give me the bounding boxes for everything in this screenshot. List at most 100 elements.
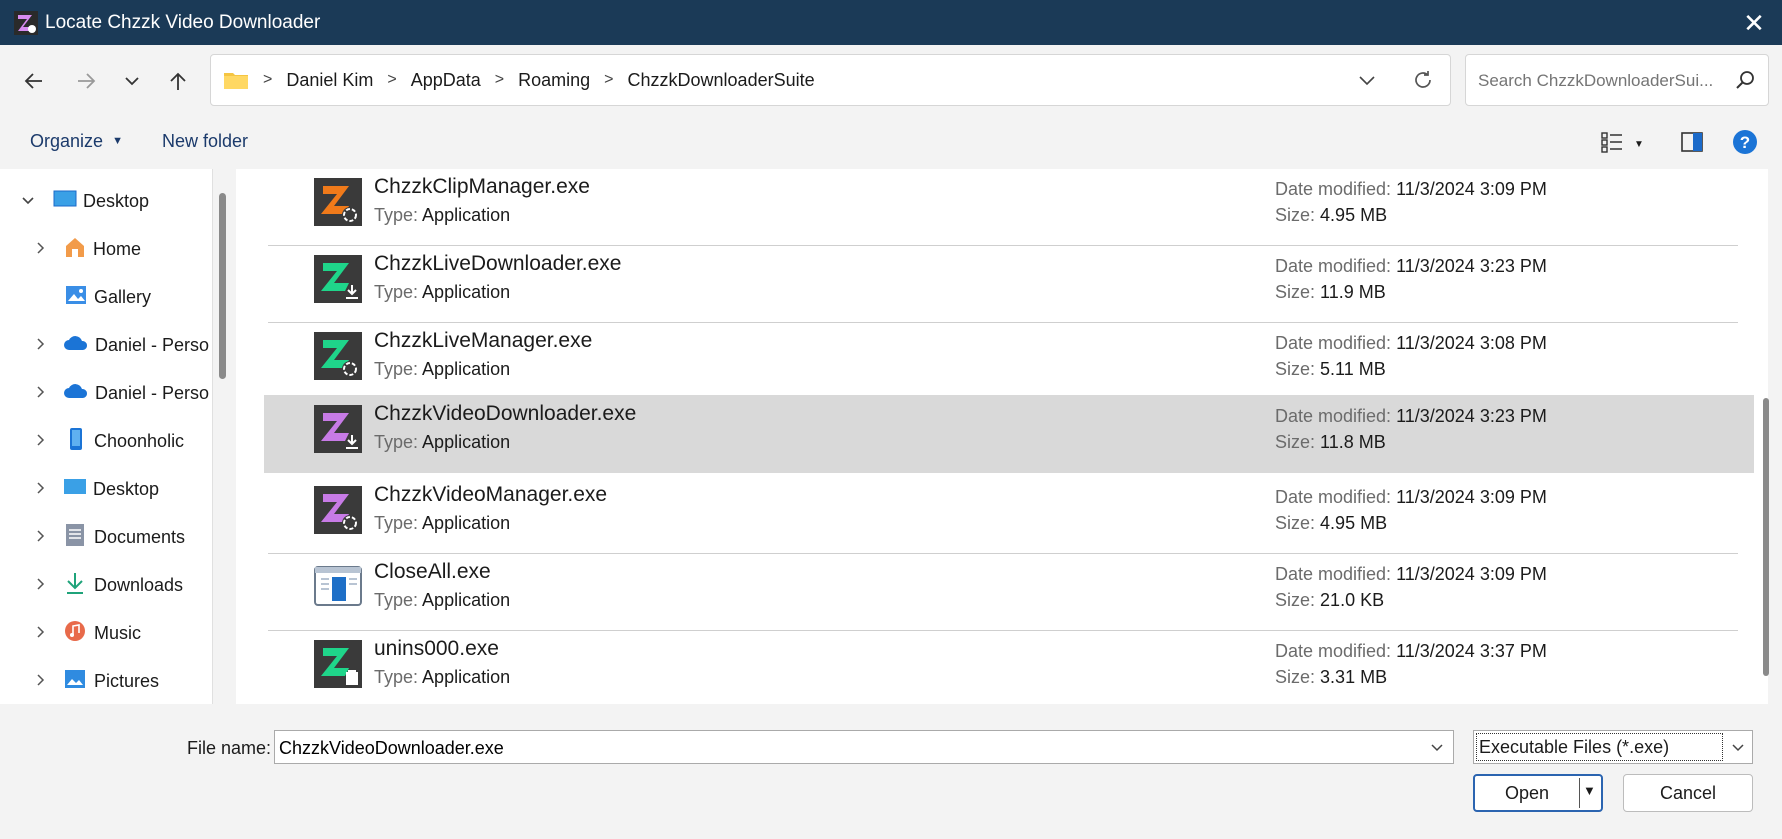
size-label: Size: [1275,205,1316,225]
size-label: Size: [1275,667,1316,687]
home-icon [63,236,87,263]
sidebar-item-choonholic[interactable]: Choonholic [0,419,212,463]
view-options-button[interactable]: ▼ [1600,130,1644,159]
sidebar-item-gallery[interactable]: Gallery [0,275,212,319]
sidebar-item-documents[interactable]: Documents [0,515,212,559]
type-label: Type: [374,205,419,225]
file-name: ChzzkLiveDownloader.exe [374,252,622,275]
breadcrumb-separator-icon: > [263,71,273,88]
file-row[interactable]: ChzzkClipManager.exe Type: Application D… [264,169,1738,246]
sidebar-item-label: Pictures [94,670,160,691]
chevron-right-icon[interactable] [31,529,49,546]
file-list: ChzzkClipManager.exe Type: Application D… [236,169,1768,704]
refresh-icon[interactable] [1411,68,1435,97]
sidebar-item-onedrive-personal[interactable]: Daniel - Persor [0,323,212,367]
file-type: Application [422,667,511,687]
chevron-right-icon[interactable] [31,577,49,594]
cancel-button[interactable]: Cancel [1623,774,1753,812]
file-size: 21.0 KB [1320,590,1385,610]
file-size: 4.95 MB [1320,513,1388,533]
chevron-right-icon[interactable] [31,337,49,354]
type-label: Type: [374,282,419,302]
file-size: 5.11 MB [1320,359,1386,379]
sidebar-item-music[interactable]: Music [0,611,212,655]
date-modified-label: Date modified: [1275,179,1392,199]
help-icon[interactable]: ? [1732,129,1758,160]
back-arrow-icon[interactable] [16,63,52,99]
open-options-caret-icon[interactable]: ▼ [1583,783,1596,798]
sidebar-item-desktop-root[interactable]: Desktop [0,179,212,223]
chevron-down-icon[interactable] [1730,739,1746,760]
uninstaller-icon [314,640,362,688]
sidebar-item-desktop[interactable]: Desktop [0,467,212,511]
file-type: Application [422,282,511,302]
search-input[interactable] [1476,67,1730,95]
command-bar: Organize ▼ New folder ▼ ? [0,117,1782,169]
chzzk-video-manager-icon [314,486,362,534]
chevron-right-icon[interactable] [31,385,49,402]
sidebar-scrollbar[interactable] [219,193,226,379]
size-label: Size: [1275,432,1316,452]
chevron-right-icon[interactable] [31,241,49,258]
search-box[interactable] [1465,54,1769,106]
chevron-down-icon[interactable] [19,193,37,210]
breadcrumb-roaming[interactable]: Roaming [512,70,596,91]
chevron-right-icon[interactable] [31,481,49,498]
sidebar-item-home[interactable]: Home [0,227,212,271]
title-bar: Locate Chzzk Video Downloader ✕ [0,0,1782,45]
breadcrumb-appdata[interactable]: AppData [405,70,487,91]
gallery-icon [64,284,88,311]
file-name-input[interactable] [277,735,1411,761]
file-type-value: Executable Files (*.exe) [1476,733,1723,761]
chevron-right-icon[interactable] [31,673,49,690]
address-history-chevron-icon[interactable] [1357,70,1377,95]
breadcrumb-separator-icon: > [494,71,505,88]
breadcrumb-daniel-kim[interactable]: Daniel Kim [280,70,379,91]
sidebar-item-label: Music [94,622,142,643]
type-label: Type: [374,667,419,687]
type-label: Type: [374,359,419,379]
file-type-select[interactable]: Executable Files (*.exe) [1473,730,1753,764]
phone-icon [68,427,84,456]
open-button[interactable]: Open ▼ [1473,774,1603,812]
new-folder-button[interactable]: New folder [162,131,248,152]
onedrive-icon [63,382,89,405]
file-row[interactable]: ChzzkVideoManager.exe Type: Application … [264,477,1738,554]
preview-pane-icon[interactable] [1680,130,1704,159]
file-name: unins000.exe [374,637,499,660]
sidebar-item-downloads[interactable]: Downloads [0,563,212,607]
sidebar-item-onedrive-personal-2[interactable]: Daniel - Persor [0,371,212,415]
file-size: 3.31 MB [1320,667,1388,687]
size-label: Size: [1275,590,1316,610]
sidebar-item-pictures[interactable]: Pictures [0,659,212,703]
file-type: Application [422,432,511,452]
file-name-combobox[interactable] [274,730,1454,764]
recent-locations-chevron-icon[interactable] [114,63,150,99]
file-row[interactable]: unins000.exe Type: Application Date modi… [264,631,1738,708]
organize-menu-button[interactable]: Organize ▼ [30,131,123,152]
breadcrumb-chzzkdownloadersuite[interactable]: ChzzkDownloaderSuite [622,70,821,91]
up-arrow-icon[interactable] [160,63,196,99]
file-row[interactable]: ChzzkLiveDownloader.exe Type: Applicatio… [264,246,1738,323]
file-row-selected[interactable]: ChzzkVideoDownloader.exe Type: Applicati… [264,395,1754,473]
sidebar-item-label: Gallery [94,286,152,307]
chevron-right-icon[interactable] [31,625,49,642]
search-icon[interactable] [1734,69,1756,96]
file-row[interactable]: ChzzkLiveManager.exe Type: Application D… [264,323,1738,400]
dialog-footer [0,704,1782,839]
forward-arrow-icon[interactable] [68,63,104,99]
chevron-down-icon[interactable] [1429,739,1445,760]
sidebar-item-label: Downloads [94,574,184,595]
file-row[interactable]: CloseAll.exe Type: Application Date modi… [264,554,1738,631]
chevron-right-icon[interactable] [31,433,49,450]
close-icon[interactable]: ✕ [1738,8,1770,38]
size-label: Size: [1275,282,1316,302]
chzzk-video-downloader-icon [314,405,362,453]
file-name: ChzzkClipManager.exe [374,175,590,198]
chzzk-live-downloader-icon [314,255,362,303]
file-list-scrollbar[interactable] [1763,398,1769,676]
chzzk-live-manager-icon [314,332,362,380]
address-bar[interactable]: > Daniel Kim > AppData > Roaming > Chzzk… [210,54,1451,106]
file-name: ChzzkVideoDownloader.exe [374,402,637,425]
date-modified-label: Date modified: [1275,641,1392,661]
